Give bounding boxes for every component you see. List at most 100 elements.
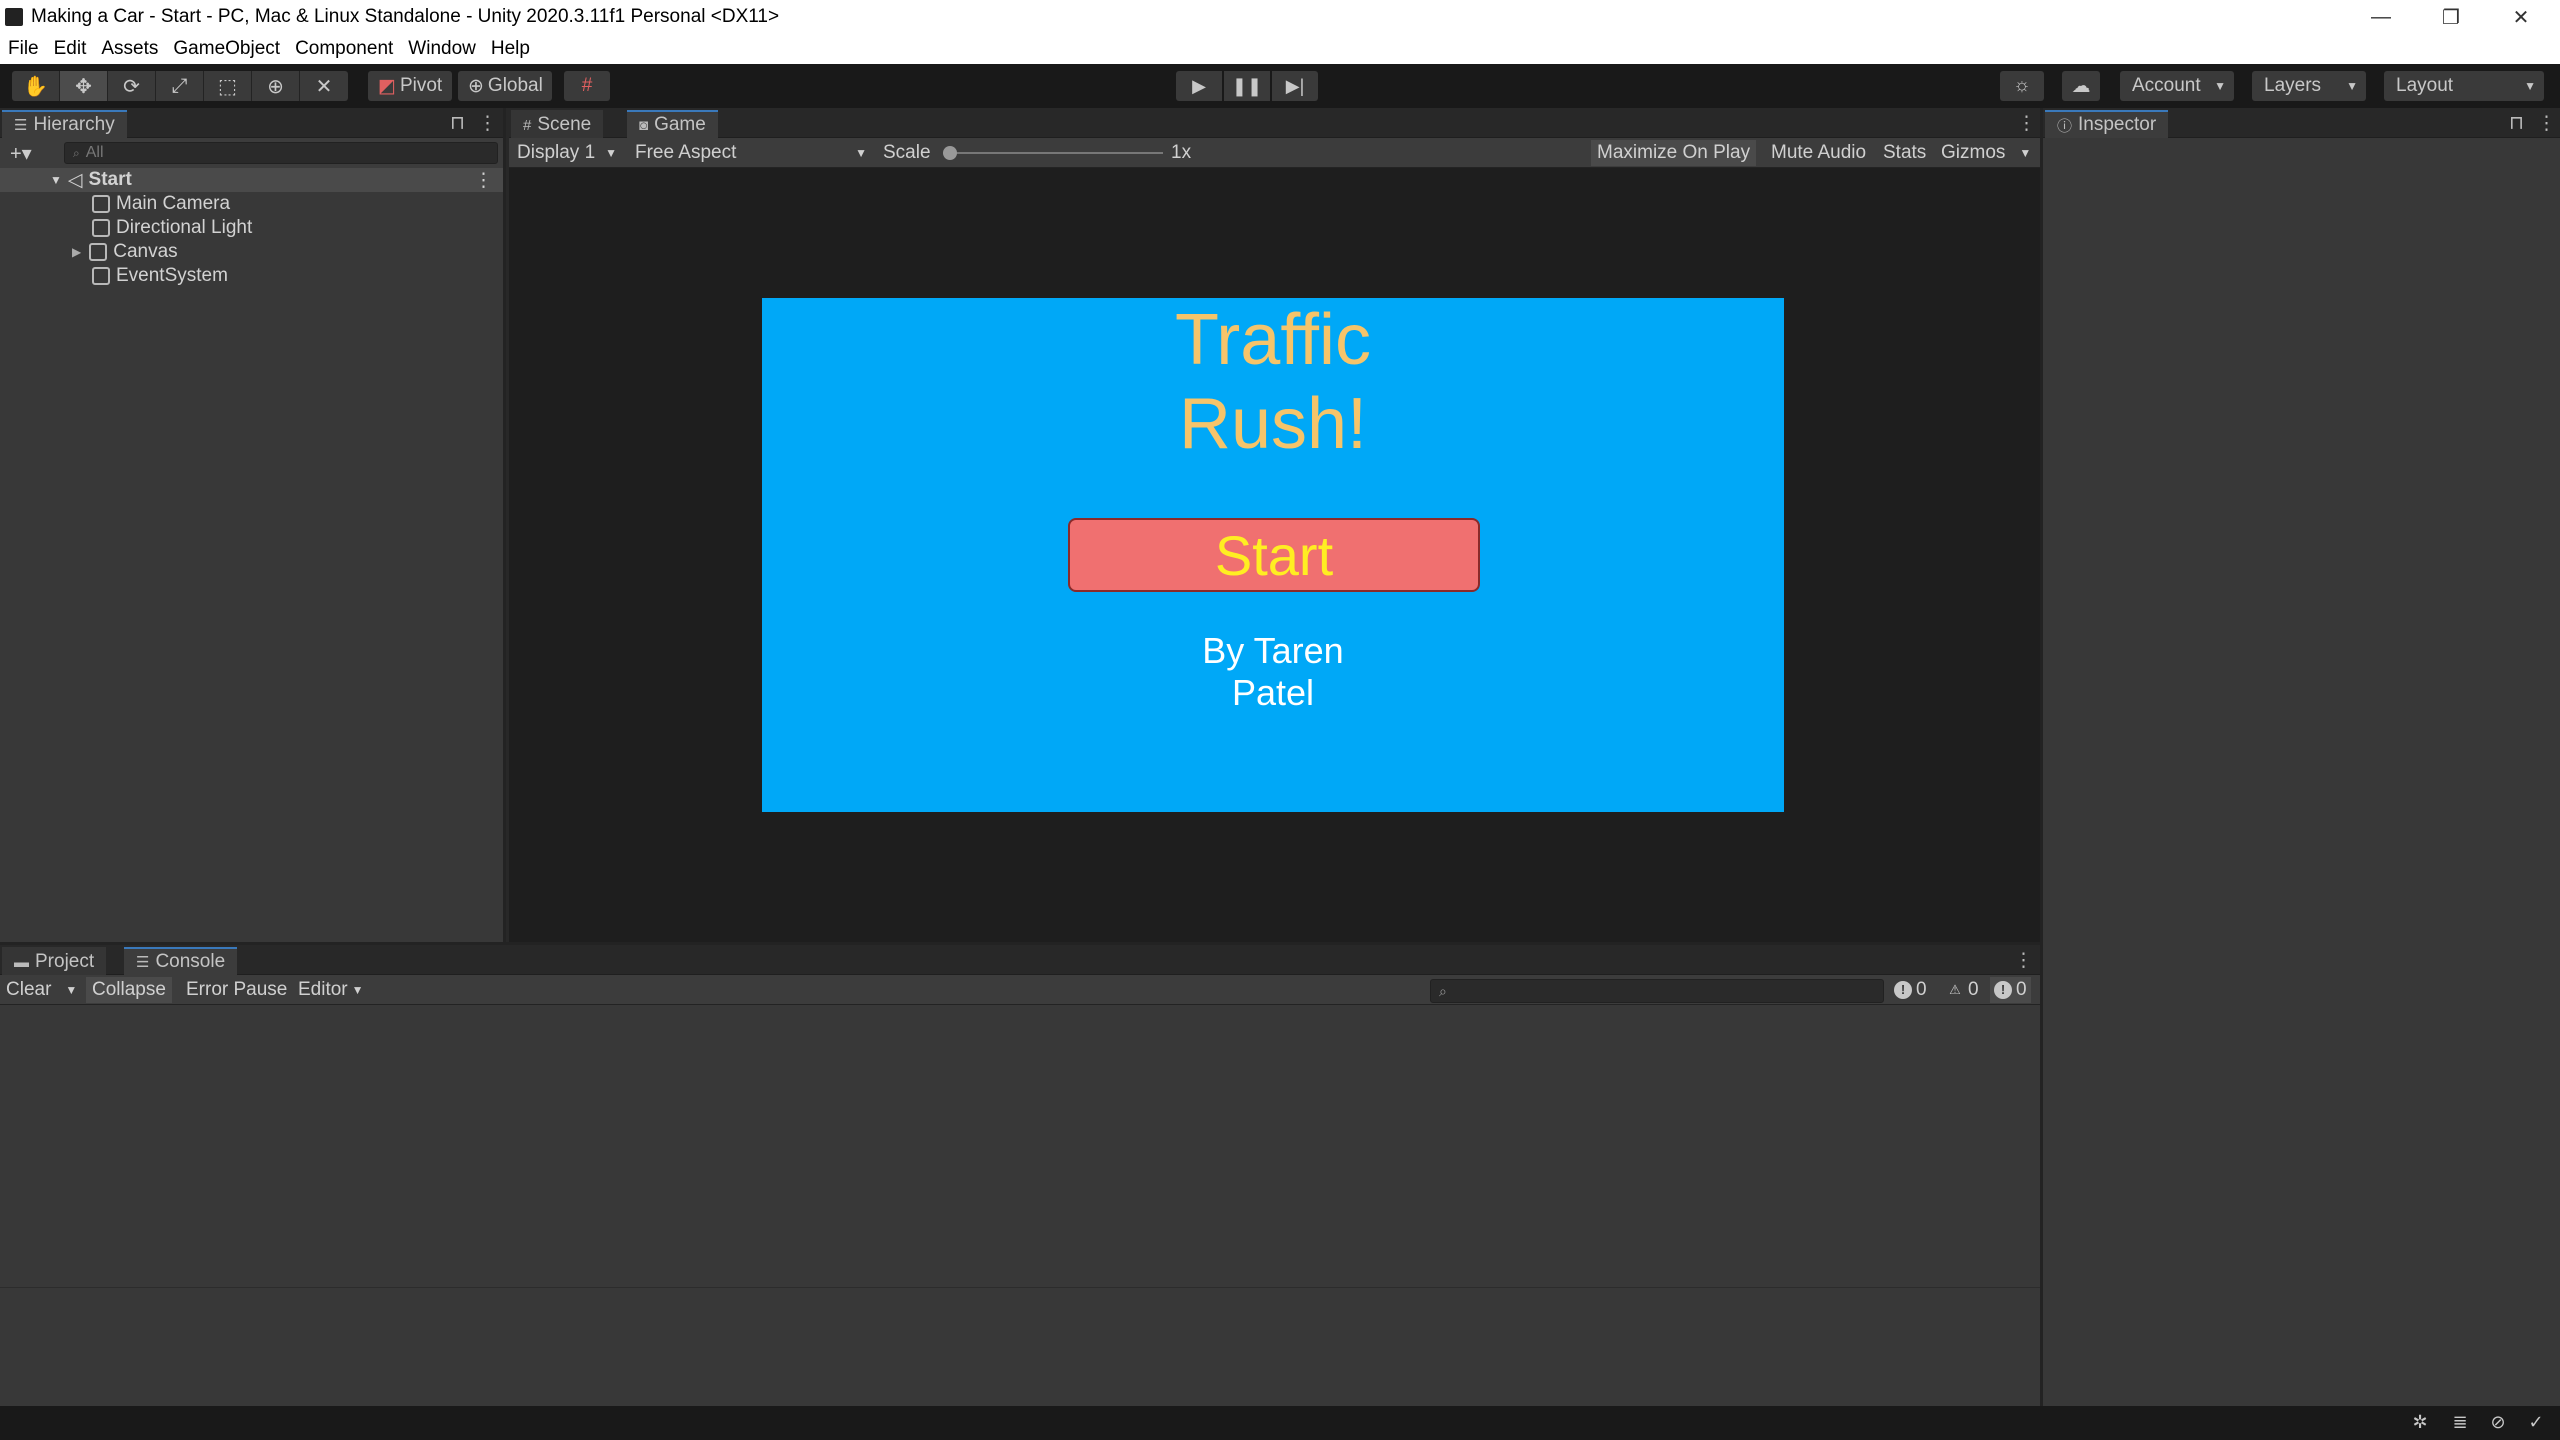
expand-arrow-icon[interactable]: ▼ (50, 173, 62, 187)
custom-tool-icon[interactable]: ✕ (300, 71, 348, 101)
tab-game-label: Game (654, 114, 706, 135)
scale-label: Scale (877, 140, 937, 166)
tab-game[interactable]: ◙ Game (627, 110, 718, 138)
close-button[interactable]: ✕ (2486, 0, 2556, 34)
list-icon: ☰ (14, 117, 28, 134)
tab-inspector-label: Inspector (2078, 114, 2157, 135)
error-counter[interactable]: ! 0 (1990, 977, 2031, 1003)
tab-scene[interactable]: # Scene (511, 110, 604, 138)
console-toolbar: Clear ▼ Collapse Error Pause Editor ▼ ⌕ … (0, 975, 2040, 1005)
menu-component[interactable]: Component (295, 38, 393, 60)
menu-help[interactable]: Help (491, 38, 530, 60)
clear-button[interactable]: Clear ▼ (0, 977, 83, 1003)
services-button[interactable]: ☼ (2000, 71, 2044, 101)
minimize-button[interactable]: — (2346, 0, 2416, 34)
check-icon[interactable]: ✓ (2524, 1412, 2548, 1434)
list-item[interactable]: Directional Light (0, 216, 503, 240)
kebab-menu-icon[interactable]: ⋮ (474, 169, 493, 192)
grid-snap-button[interactable]: # (564, 71, 610, 101)
step-button[interactable]: ▶| (1272, 71, 1318, 101)
stats-toggle[interactable]: Stats (1877, 140, 1933, 166)
maximize-on-play-toggle[interactable]: Maximize On Play (1591, 140, 1757, 166)
editor-dropdown[interactable]: Editor ▼ (292, 977, 370, 1003)
error-pause-toggle[interactable]: Error Pause (180, 977, 293, 1003)
account-dropdown[interactable]: Account ▼ (2120, 71, 2234, 101)
search-icon: ⌕ (73, 145, 80, 160)
editor-label: Editor (298, 979, 348, 1000)
kebab-menu-icon[interactable]: ⋮ (478, 112, 497, 135)
progress-icon[interactable]: ≣ (2448, 1412, 2472, 1434)
tab-inspector[interactable]: ⓘ Inspector (2045, 110, 2169, 138)
list-item[interactable]: Main Camera (0, 192, 503, 216)
unity-logo-icon (5, 8, 23, 26)
warning-counter[interactable]: ⚠ 0 (1942, 977, 1983, 1003)
tab-console[interactable]: ☰ Console (124, 947, 238, 975)
collapse-toggle[interactable]: Collapse (86, 977, 172, 1003)
scene-name: Start (88, 169, 132, 190)
menu-file[interactable]: File (8, 38, 39, 60)
collab-button[interactable]: ☁ (2062, 71, 2100, 101)
scale-slider-handle[interactable] (943, 146, 957, 160)
scene-row[interactable]: ▼ ◁ Start ⋮ (0, 168, 503, 192)
transform-tools: ✋ ✥ ⟳ ⤢ ⬚ ⊕ ✕ (12, 71, 348, 101)
add-icon[interactable]: +▾ (10, 141, 32, 166)
expand-arrow-icon[interactable]: ▶ (72, 245, 81, 259)
chevron-down-icon[interactable]: ▼ (2019, 146, 2031, 160)
lock-icon[interactable]: ⊓ (450, 112, 465, 135)
gameobject-cube-icon (89, 243, 108, 261)
tab-hierarchy-label: Hierarchy (33, 114, 115, 135)
console-search-input[interactable]: ⌕ (1430, 979, 1884, 1003)
aspect-dropdown[interactable]: Free Aspect ▼ (629, 140, 873, 166)
warning-count: 0 (1968, 979, 1979, 1000)
start-button-label: Start (1214, 523, 1334, 587)
debug-icon[interactable]: ✲ (2408, 1412, 2432, 1434)
menu-bar: File Edit Assets GameObject Component Wi… (0, 34, 2560, 64)
list-item[interactable]: ▶ Canvas (0, 240, 503, 264)
layers-dropdown[interactable]: Layers ▼ (2252, 71, 2366, 101)
list-item-label: Canvas (113, 241, 178, 262)
restore-button[interactable]: ❐ (2416, 0, 2486, 34)
gizmos-toggle[interactable]: Gizmos ▼ (1935, 140, 2038, 166)
list-item[interactable]: EventSystem (0, 264, 503, 288)
menu-window[interactable]: Window (408, 38, 476, 60)
layout-dropdown[interactable]: Layout ▼ (2384, 71, 2544, 101)
log-count: 0 (1916, 979, 1927, 1000)
tab-project[interactable]: ▬ Project (2, 947, 107, 975)
collapse-label: Collapse (92, 979, 166, 1000)
scale-tool-icon[interactable]: ⤢ (156, 71, 204, 101)
kebab-menu-icon[interactable]: ⋮ (2537, 112, 2556, 135)
transform-tool-icon[interactable]: ⊕ (252, 71, 300, 101)
hand-tool-icon[interactable]: ✋ (12, 71, 60, 101)
global-toggle[interactable]: ⊕ Global (458, 71, 552, 101)
chevron-down-icon: ▼ (2214, 79, 2226, 93)
display-dropdown[interactable]: Display 1 ▼ (511, 140, 623, 166)
stats-label: Stats (1883, 142, 1927, 163)
tab-hierarchy[interactable]: ☰ Hierarchy (2, 110, 127, 138)
start-button[interactable]: Start (1068, 518, 1480, 592)
error-pause-label: Error Pause (186, 979, 288, 1000)
kebab-menu-icon[interactable]: ⋮ (2017, 112, 2036, 135)
pivot-toggle[interactable]: ◩ Pivot (368, 71, 452, 101)
rect-tool-icon[interactable]: ⬚ (204, 71, 252, 101)
log-counter[interactable]: ! 0 (1890, 977, 1931, 1003)
game-title-line1: Traffic (1174, 300, 1372, 380)
rotate-tool-icon[interactable]: ⟳ (108, 71, 156, 101)
game-canvas: Traffic Rush! Start By Taren Patel (762, 298, 1784, 812)
game-title: Traffic Rush! (762, 298, 1784, 466)
menu-edit[interactable]: Edit (54, 38, 87, 60)
chevron-down-icon[interactable]: ▼ (65, 983, 77, 997)
pause-icon: ❚❚ (1231, 75, 1263, 96)
mute-audio-toggle[interactable]: Mute Audio (1765, 140, 1873, 166)
menu-assets[interactable]: Assets (101, 38, 158, 60)
pause-button[interactable]: ❚❚ (1224, 71, 1270, 101)
network-icon[interactable]: ⊘ (2486, 1412, 2510, 1434)
play-button[interactable]: ▶ (1176, 71, 1222, 101)
scale-slider[interactable] (943, 146, 1163, 160)
menu-gameobject[interactable]: GameObject (173, 38, 280, 60)
kebab-menu-icon[interactable]: ⋮ (2014, 949, 2033, 972)
move-tool-icon[interactable]: ✥ (60, 71, 108, 101)
lock-icon[interactable]: ⊓ (2509, 112, 2524, 135)
tab-console-label: Console (155, 951, 226, 972)
list-item-label: Main Camera (116, 193, 231, 214)
hierarchy-search-input[interactable]: ⌕ All (64, 142, 498, 164)
